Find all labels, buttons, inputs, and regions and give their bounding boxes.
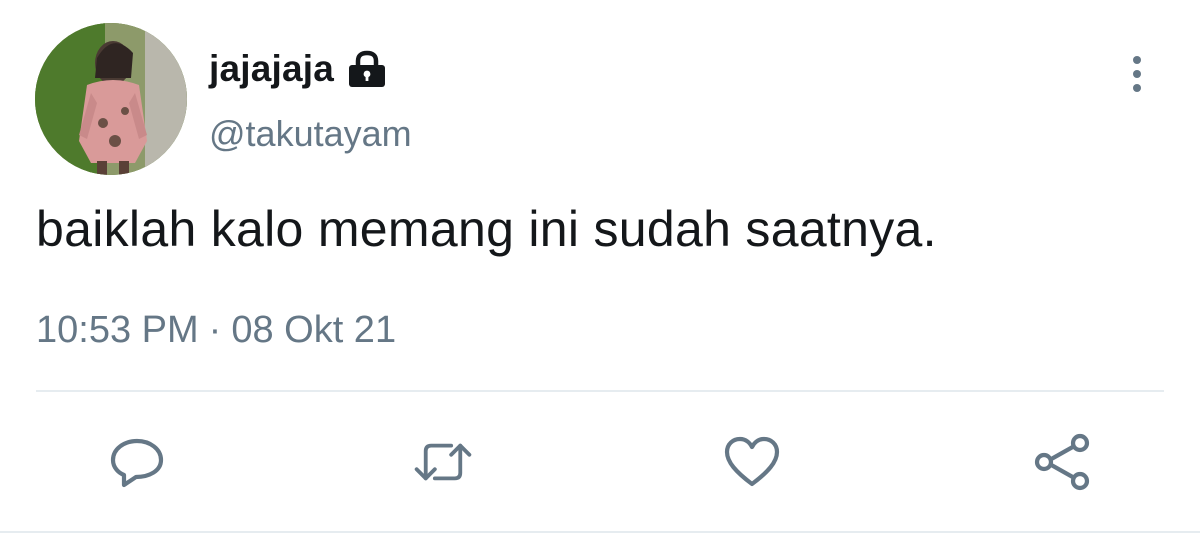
meta-separator: · — [208, 309, 222, 351]
divider — [36, 390, 1164, 392]
display-name[interactable]: jajajaja — [209, 48, 334, 90]
like-button[interactable] — [722, 432, 782, 492]
user-name-row: jajajaja — [209, 46, 390, 92]
tweet-meta: 10:53 PM · 08 Okt 21 — [36, 309, 396, 352]
retweet-button[interactable] — [413, 432, 473, 492]
reply-button[interactable] — [107, 432, 167, 492]
tweet-time[interactable]: 10:53 PM — [36, 309, 199, 352]
share-button[interactable] — [1032, 432, 1092, 492]
tweet-text: baiklah kalo memang ini sudah saatnya. — [36, 201, 937, 257]
lock-icon — [344, 49, 390, 89]
retweet-icon — [414, 443, 472, 481]
tweet-date[interactable]: 08 Okt 21 — [231, 309, 396, 352]
avatar[interactable] — [35, 23, 187, 175]
bottom-divider — [0, 531, 1200, 533]
tweet-card: jajajaja @takutayam baiklah kalo memang … — [0, 0, 1200, 551]
more-vertical-icon[interactable] — [1120, 54, 1154, 94]
reply-icon — [110, 438, 164, 488]
share-icon — [1034, 433, 1090, 491]
heart-icon — [724, 436, 780, 487]
user-handle[interactable]: @takutayam — [209, 113, 412, 155]
